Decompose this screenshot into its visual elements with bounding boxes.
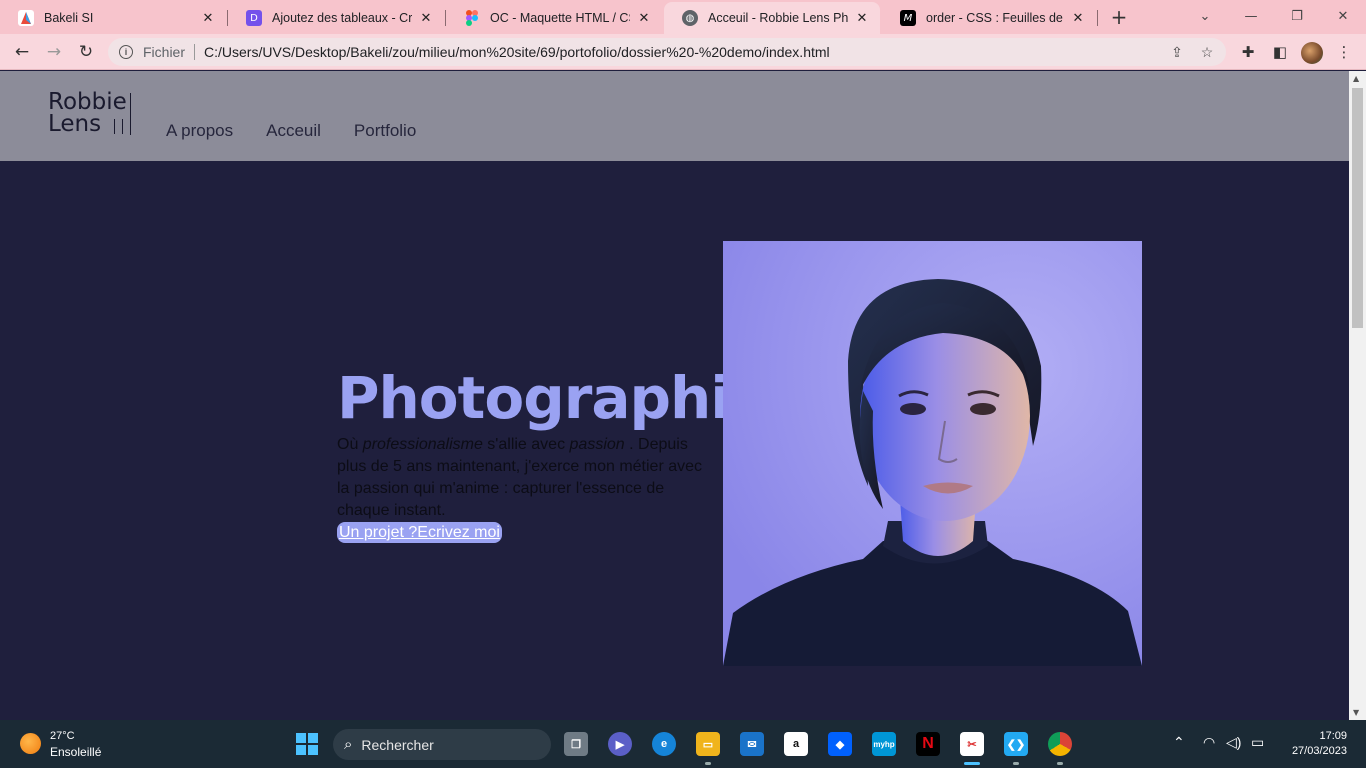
scroll-up-arrow-icon[interactable]: ▲ [1353,74,1359,83]
nav-link-a-propos[interactable]: A propos [166,121,233,141]
close-tab-icon[interactable]: ✕ [200,10,216,26]
tab-mdn[interactable]: M order - CSS : Feuilles de style ✕ [882,2,1096,34]
windows-start-icon[interactable] [296,733,318,755]
teams-chat-icon[interactable]: ▶ [608,732,632,756]
clock-date: 27/03/2023 [1291,745,1347,757]
divider [194,44,196,60]
tab-active-robbie-lens[interactable]: ◍ Acceuil - Robbie Lens Photog ✕ [664,2,880,34]
sun-icon[interactable] [20,733,41,754]
profile-avatar[interactable] [1301,42,1323,64]
dropbox-icon[interactable]: ◆ [828,732,852,756]
hero-text-mid: s'allie avec [482,436,570,453]
volume-icon[interactable]: ◁) [1226,734,1241,751]
tab-title: Ajoutez des tableaux - Créez [272,11,412,25]
extensions-puzzle-icon[interactable]: ✚ [1238,42,1258,62]
edge-icon[interactable]: e [652,732,676,756]
taskbar-search[interactable]: ⌕ Rechercher [333,729,551,760]
browser-toolbar: ← → ↻ i Fichier C:/Users/UVS/Desktop/Bak… [0,34,1366,70]
search-placeholder: Rechercher [361,736,434,753]
search-icon: ⌕ [344,736,353,753]
netflix-icon[interactable]: N [916,732,940,756]
close-tab-icon[interactable]: ✕ [1070,10,1086,26]
scheme-label: Fichier [143,44,186,60]
battery-icon[interactable]: ▭ [1251,734,1264,751]
nav-link-portfolio[interactable]: Portfolio [354,121,416,141]
bookmark-star-icon[interactable]: ☆ [1196,41,1218,63]
taskbar-clock[interactable]: 17:09 27/03/2023 [1292,729,1347,759]
close-tab-icon[interactable]: ✕ [854,10,870,26]
hero-title: Photographie [337,364,769,432]
tab-title: OC - Maquette HTML / CSS d [490,11,630,25]
tab-bakeli[interactable]: Bakeli SI ✕ [0,2,226,34]
contact-cta-button[interactable]: Un projet ?Ecrivez moi [337,522,502,543]
figma-icon [464,10,480,26]
site-logo[interactable]: Robbie Lens [48,89,131,136]
site-header: Robbie Lens A propos Acceuil Portfolio [0,71,1349,161]
running-indicator [1057,762,1063,765]
hero-emphasis-passion: passion [569,436,625,453]
reload-icon[interactable]: ↻ [75,41,97,63]
page-viewport: Robbie Lens A propos Acceuil Portfolio P… [0,71,1349,720]
logo-ticks [114,119,128,134]
running-indicator [705,762,711,765]
weather-description[interactable]: Ensoleillé [50,745,101,759]
logo-rule [130,93,131,135]
new-tab-button[interactable]: + [1108,5,1130,29]
page-scrollbar[interactable]: ▲ ▼ [1349,71,1366,720]
tray-chevron-up-icon[interactable]: ⌃ [1173,734,1185,751]
minimize-button[interactable]: — [1240,6,1262,26]
back-arrow-icon[interactable]: ← [11,41,33,63]
tab-title: Acceuil - Robbie Lens Photog [708,11,848,25]
vscode-icon[interactable]: ❮❯ [1004,732,1028,756]
url-text[interactable]: C:/Users/UVS/Desktop/Bakeli/zou/milieu/m… [204,44,1166,60]
tab-title: order - CSS : Feuilles de style [926,11,1064,25]
chrome-icon[interactable] [1048,732,1072,756]
portrait-photo [723,241,1142,666]
openclassrooms-icon: D [246,10,262,26]
mail-icon[interactable]: ✉ [740,732,764,756]
address-bar[interactable]: i Fichier C:/Users/UVS/Desktop/Bakeli/zo… [108,38,1226,66]
tab-figma[interactable]: OC - Maquette HTML / CSS d ✕ [446,2,662,34]
forward-arrow-icon[interactable]: → [43,41,65,63]
hero-description: Où professionalisme s'allie avec passion… [337,434,717,522]
hero-emphasis-professionalisme: professionalisme [362,436,483,453]
nav-link-acceuil[interactable]: Acceuil [266,121,321,141]
info-icon[interactable]: i [119,45,133,59]
windows-taskbar: 27°C Ensoleillé ⌕ Rechercher ❐ ▶ e ▭ ✉ a… [0,720,1366,768]
close-window-button[interactable]: ✕ [1332,6,1354,26]
tab-separator [1097,10,1098,26]
menu-kebab-icon[interactable]: ⋮ [1334,42,1354,62]
share-icon[interactable]: ⇪ [1166,41,1188,63]
side-panel-icon[interactable]: ◧ [1270,42,1290,62]
restore-button[interactable]: ❐ [1286,6,1308,26]
close-tab-icon[interactable]: ✕ [636,10,652,26]
browser-tab-strip: Bakeli SI ✕ D Ajoutez des tableaux - Cré… [0,0,1366,34]
scroll-down-arrow-icon[interactable]: ▼ [1353,708,1359,717]
active-indicator [964,762,980,765]
tab-openclassrooms[interactable]: D Ajoutez des tableaux - Créez ✕ [228,2,444,34]
logo-line-1: Robbie [48,89,127,115]
scrollbar-thumb[interactable] [1352,88,1363,328]
wifi-icon[interactable]: ◠ [1203,734,1215,751]
tab-search-chevron-icon[interactable]: ⌄ [1194,6,1216,26]
mdn-icon: M [900,10,916,26]
globe-icon: ◍ [682,10,698,26]
snipping-tool-icon[interactable]: ✂ [960,732,984,756]
file-explorer-icon[interactable]: ▭ [696,732,720,756]
close-tab-icon[interactable]: ✕ [418,10,434,26]
tab-title: Bakeli SI [44,11,94,25]
running-indicator [1013,762,1019,765]
task-view-icon[interactable]: ❐ [564,732,588,756]
myhp-icon[interactable]: myhp [872,732,896,756]
hero-text-prefix: Où [337,436,363,453]
amazon-icon[interactable]: a [784,732,808,756]
bakeli-icon [18,10,34,26]
main-nav: A propos Acceuil Portfolio [166,121,416,141]
weather-temperature[interactable]: 27°C [50,730,75,742]
clock-time: 17:09 [1319,730,1347,742]
